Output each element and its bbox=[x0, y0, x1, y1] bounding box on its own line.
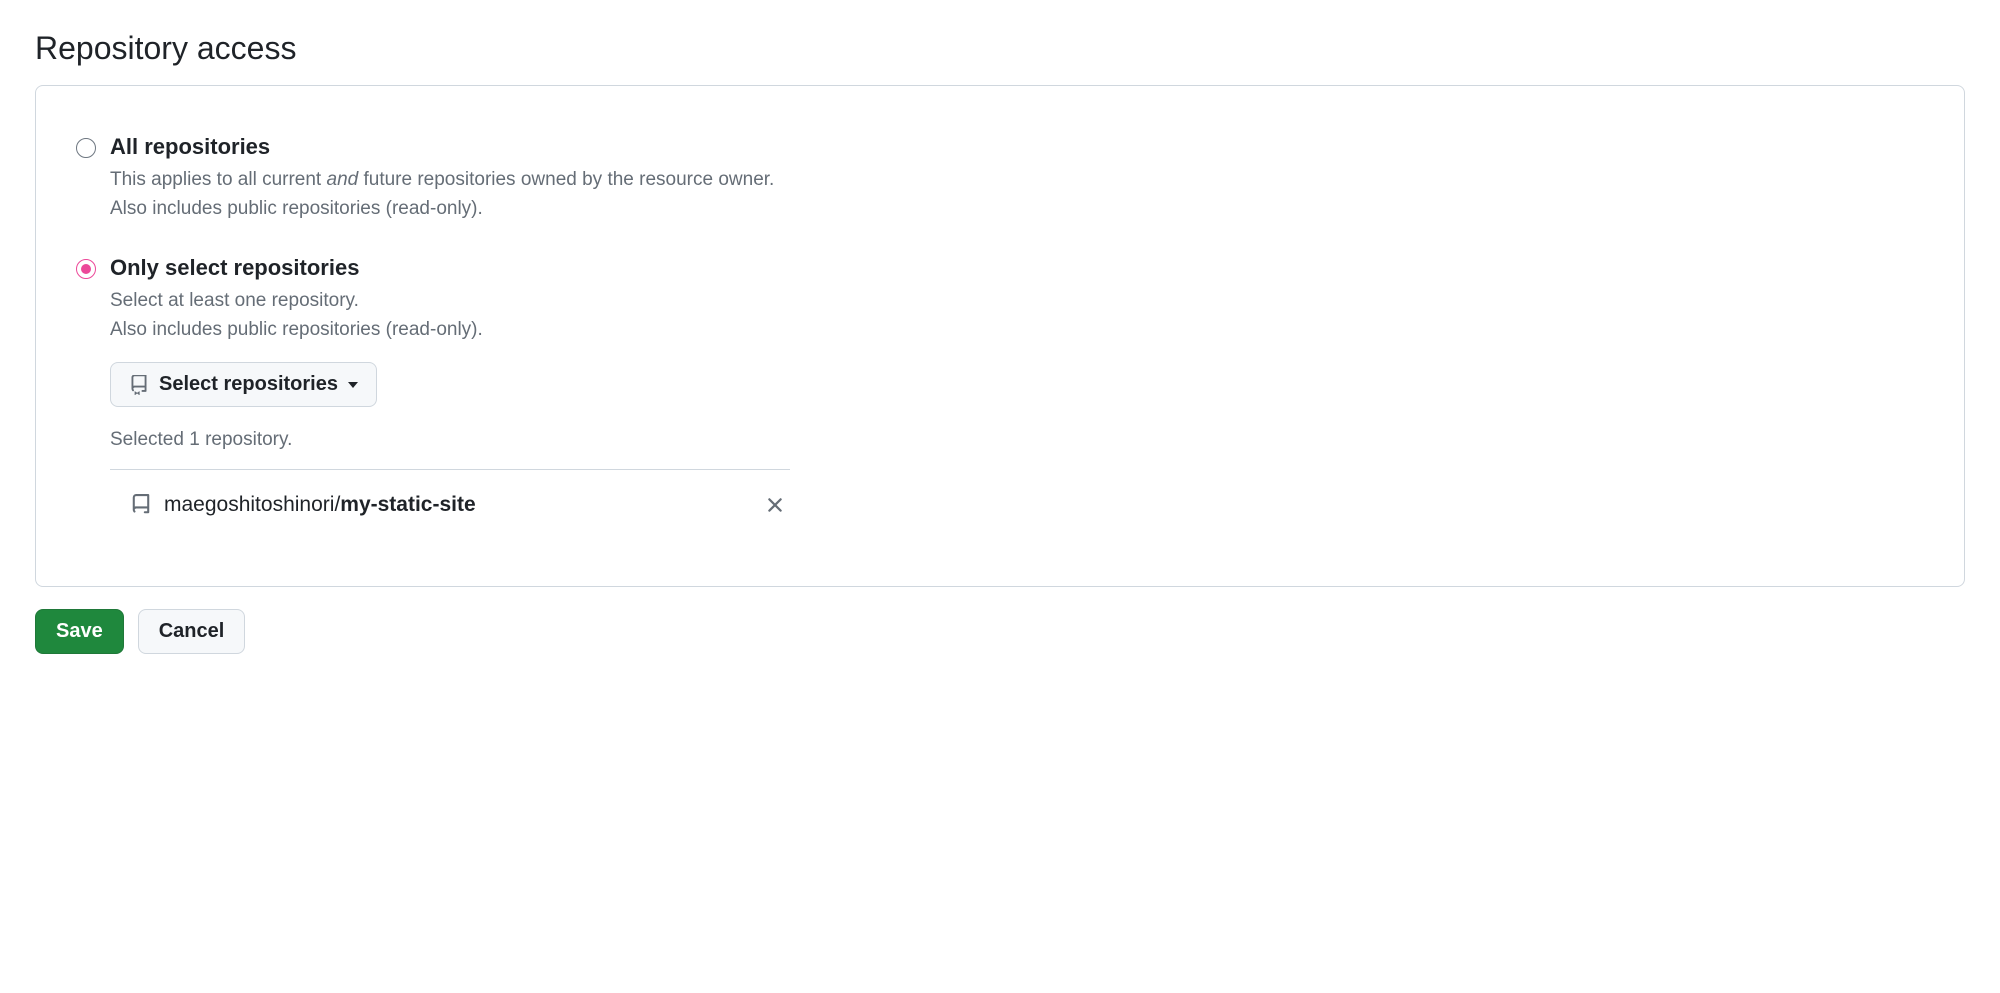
desc-text: Also includes public repositories (read-… bbox=[110, 198, 483, 219]
radio-label-select: Only select repositories bbox=[110, 255, 1924, 281]
close-icon bbox=[766, 496, 784, 514]
selected-repo-list: maegoshitoshinori/my-static-site bbox=[110, 469, 1924, 526]
repository-access-panel: All repositories This applies to all cur… bbox=[35, 85, 1965, 587]
cancel-button[interactable]: Cancel bbox=[138, 609, 246, 654]
desc-text: This applies to all current bbox=[110, 169, 327, 190]
radio-desc-select: Select at least one repository. Also inc… bbox=[110, 287, 1924, 344]
radio-option-all-repos[interactable]: All repositories This applies to all cur… bbox=[76, 134, 1924, 223]
desc-em: and bbox=[327, 169, 359, 190]
repo-icon bbox=[129, 375, 149, 395]
radio-desc-all: This applies to all current and future r… bbox=[110, 166, 1924, 223]
radio-body-select: Only select repositories Select at least… bbox=[110, 255, 1924, 526]
radio-input-all[interactable] bbox=[76, 138, 96, 158]
desc-text: Select at least one repository. bbox=[110, 290, 359, 311]
remove-repo-button[interactable] bbox=[760, 490, 790, 520]
section-title: Repository access bbox=[35, 30, 1965, 67]
radio-label-all: All repositories bbox=[110, 134, 1924, 160]
desc-text: future repositories owned by the resourc… bbox=[358, 169, 774, 190]
repo-owner: maegoshitoshinori bbox=[164, 493, 334, 516]
select-repositories-label: Select repositories bbox=[159, 373, 338, 396]
selected-summary: Selected 1 repository. bbox=[110, 429, 1924, 451]
radio-input-select[interactable] bbox=[76, 259, 96, 279]
caret-down-icon bbox=[348, 382, 358, 388]
radio-option-select-repos[interactable]: Only select repositories Select at least… bbox=[76, 255, 1924, 526]
save-button[interactable]: Save bbox=[35, 609, 124, 654]
repo-name: my-static-site bbox=[340, 493, 475, 516]
selected-repo-item: maegoshitoshinori/my-static-site bbox=[110, 484, 790, 526]
repo-icon bbox=[130, 494, 152, 516]
select-repositories-button[interactable]: Select repositories bbox=[110, 362, 377, 407]
divider bbox=[110, 469, 790, 470]
desc-text: Also includes public repositories (read-… bbox=[110, 319, 483, 340]
radio-body-all: All repositories This applies to all cur… bbox=[110, 134, 1924, 223]
repo-full-name: maegoshitoshinori/my-static-site bbox=[164, 493, 476, 517]
form-actions: Save Cancel bbox=[35, 609, 1965, 654]
access-radio-group: All repositories This applies to all cur… bbox=[76, 134, 1924, 526]
